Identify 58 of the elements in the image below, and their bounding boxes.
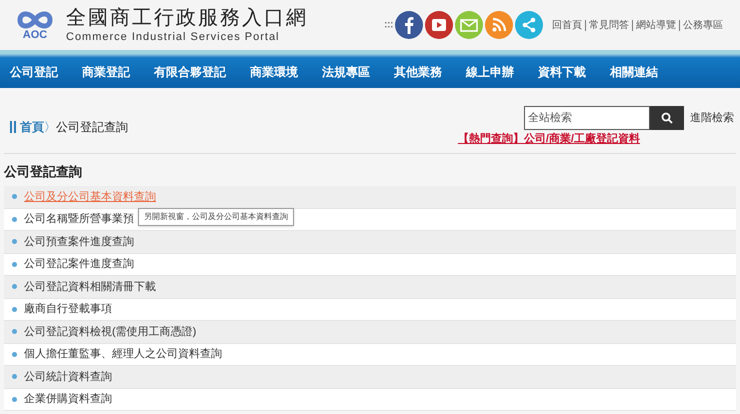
- breadcrumb-current: 公司登記查詢: [56, 119, 128, 136]
- advanced-search-link[interactable]: 進階檢索: [690, 110, 734, 126]
- list-row[interactable]: 公司登記資料相關清冊下載: [4, 276, 736, 298]
- facebook-icon[interactable]: [395, 11, 423, 39]
- bullet-icon: [12, 284, 17, 290]
- video-icon[interactable]: [425, 11, 453, 39]
- nav-item[interactable]: 有限合夥登記: [154, 64, 226, 80]
- list-row[interactable]: 企業併購資料查詢: [4, 388, 736, 411]
- list-row[interactable]: 公司登記案件進度查詢: [4, 254, 736, 276]
- nav-item[interactable]: 其他業務: [394, 64, 442, 80]
- list-row[interactable]: 公司登記資料檢視(需使用工商憑證): [4, 321, 736, 344]
- list-row[interactable]: 個人擔任董監事、經理人之公司資料查詢: [4, 344, 736, 366]
- tooltip: 另開新視窗，公司及分公司基本資料查詢: [138, 208, 294, 226]
- nav-item[interactable]: 資料下載: [538, 64, 586, 80]
- list-link[interactable]: 個人擔任董監事、經理人之公司資料查詢: [24, 346, 222, 362]
- search-field[interactable]: 全站檢索: [524, 106, 650, 130]
- breadcrumb-separator: 〉: [44, 119, 56, 136]
- search-icon: [661, 112, 673, 124]
- search-button[interactable]: [650, 106, 684, 130]
- list-link[interactable]: 公司登記資料檢視(需使用工商憑證): [24, 324, 196, 340]
- list-link[interactable]: 廠商自行登載事項: [24, 301, 112, 318]
- list-row[interactable]: 公司預查案件進度查詢: [4, 231, 736, 254]
- bullet-icon: [12, 306, 17, 312]
- bullet-icon: [12, 239, 17, 244]
- bullet-icon: [12, 396, 17, 402]
- bullet-icon: [12, 352, 17, 357]
- top-link[interactable]: 公務專區: [679, 20, 726, 30]
- top-link[interactable]: 常見問答: [585, 20, 632, 30]
- list-link[interactable]: 公司統計資料查詢: [24, 368, 112, 385]
- nav-item[interactable]: 公司登記: [10, 64, 58, 80]
- list-row[interactable]: 廠商自行登載事項: [4, 298, 736, 321]
- nav-item[interactable]: 法規專區: [322, 64, 370, 80]
- list-link[interactable]: 公司登記資料相關清冊下載: [24, 278, 156, 295]
- hot-query-link[interactable]: 【熱門查詢】公司/商業/工廠登記資料: [458, 131, 640, 148]
- bullet-icon: [12, 194, 17, 200]
- nav-item[interactable]: 線上申辦: [466, 64, 514, 80]
- site-subtitle: Commerce Industrial Services Portal: [66, 30, 281, 44]
- logo-text: AOC: [22, 30, 48, 40]
- top-link[interactable]: 回首頁: [549, 20, 585, 30]
- list-link[interactable]: 公司登記案件進度查詢: [24, 256, 134, 272]
- list-link[interactable]: 企業併購資料查詢: [24, 391, 112, 408]
- bullet-icon: [12, 374, 17, 380]
- nav-item[interactable]: 商業環境: [250, 64, 298, 80]
- site-title: 全國商工行政服務入口網: [66, 6, 308, 30]
- list-link[interactable]: 公司預查案件進度查詢: [24, 234, 134, 250]
- list-row[interactable]: 公司統計資料查詢: [4, 366, 736, 388]
- logo-icon: [16, 10, 54, 30]
- nav-item[interactable]: 商業登記: [82, 64, 130, 80]
- bullet-icon: [12, 216, 17, 222]
- breadcrumb-home[interactable]: 首頁: [20, 118, 44, 136]
- nav-item[interactable]: 相關連結: [610, 64, 658, 80]
- section-title: 公司登記查詢: [4, 164, 82, 180]
- dots-icon: [385, 22, 393, 28]
- bullet-icon: [12, 329, 17, 334]
- list-link[interactable]: 公司名稱暨所營事業預: [24, 211, 134, 228]
- top-link[interactable]: 網站導覽: [632, 20, 679, 30]
- bars-icon: [10, 121, 16, 133]
- bullet-icon: [12, 262, 17, 267]
